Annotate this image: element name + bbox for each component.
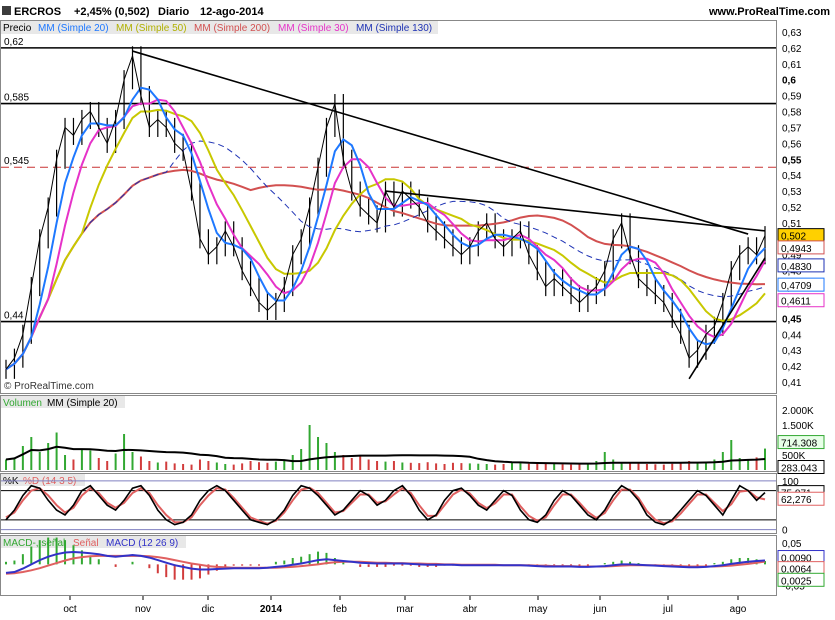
x-tick-label: mar	[396, 604, 414, 615]
period: Diario	[158, 6, 189, 18]
price-tick-label: 0,44	[782, 330, 802, 341]
x-tick-label: may	[529, 604, 548, 615]
chart-canvas: ERCROS +2,45% (0,502) Diario 12-ago-2014…	[0, 0, 835, 620]
level-label: 0,62	[4, 37, 24, 48]
last-sma130: 0,4830	[781, 262, 812, 273]
price-tick-label: 0,43	[782, 346, 802, 357]
price-tick-label: 0,6	[782, 76, 796, 87]
background	[0, 0, 835, 620]
macd-legend: MACD-, señal Señal MACD (12 26 9)	[1, 536, 186, 549]
price-tick-label: 0,63	[782, 28, 802, 39]
price-tick-label: 0,54	[782, 171, 802, 182]
legend-sma200: MM (Simple 200)	[194, 23, 270, 34]
site: www.ProRealTime.com	[708, 6, 830, 18]
volume-legend: Volumen MM (Simple 20)	[1, 396, 125, 409]
last-sma200: 0,4943	[781, 244, 812, 255]
ticker: ERCROS	[14, 6, 61, 18]
level-label: 0,585	[4, 93, 29, 104]
legend-macd: MACD (12 26 9)	[106, 538, 178, 549]
macd-tick-label: 0,05	[782, 539, 802, 550]
last-sma30: 0,4611	[781, 297, 811, 308]
price-tick-label: 0,57	[782, 123, 802, 134]
price-tick-label: 0,58	[782, 108, 802, 119]
x-tick-label: jul	[662, 604, 673, 615]
x-tick-label: nov	[135, 604, 151, 615]
price-tick-label: 0,62	[782, 44, 802, 55]
watermark: © ProRealTime.com	[4, 381, 94, 392]
volume-tick-label: 1.500K	[782, 421, 814, 432]
legend-sma50: MM (Simple 50)	[116, 23, 187, 34]
x-tick-label: jun	[592, 604, 606, 615]
date: 12-ago-2014	[200, 6, 264, 18]
legend-price: Precio	[3, 23, 32, 34]
legend-sma30: MM (Simple 30)	[278, 23, 349, 34]
price-tick-label: 0,55	[782, 155, 802, 166]
price-tick-label: 0,52	[782, 203, 802, 214]
change: +2,45% (0,502)	[74, 6, 150, 18]
last-hist: 0,0025	[781, 576, 812, 587]
stochastic-tick-label: 0	[782, 526, 788, 537]
price-tick-label: 0,45	[782, 314, 802, 325]
legend-signal: Señal	[73, 538, 99, 549]
legend-volume-sma: MM (Simple 20)	[47, 398, 118, 409]
x-tick-label: ago	[730, 604, 747, 615]
price-tick-label: 0,41	[782, 378, 802, 389]
last-volume-sma: 283.043	[781, 464, 818, 475]
x-tick-label: 2014	[260, 604, 283, 615]
last-sma20: 0,4709	[781, 281, 812, 292]
volume-tick-label: 2.000K	[782, 406, 814, 417]
x-tick-label: abr	[463, 604, 478, 615]
price-tick-label: 0,61	[782, 60, 802, 71]
price-tick-label: 0,59	[782, 92, 802, 103]
last-d: 62,276	[781, 495, 812, 506]
price-tick-label: 0,53	[782, 187, 802, 198]
legend-sma130: MM (Simple 130)	[356, 23, 432, 34]
level-label: 0,44	[4, 311, 24, 322]
price-tick-label: 0,56	[782, 139, 802, 150]
legend-sma20: MM (Simple 20)	[38, 23, 109, 34]
legend-k: %K	[3, 476, 19, 487]
x-tick-label: dic	[202, 604, 215, 615]
last-volume: 714.308	[781, 439, 818, 450]
x-tick-label: oct	[63, 604, 77, 615]
legend-volume: Volumen	[3, 398, 42, 409]
x-tick-label: feb	[333, 604, 347, 615]
level-label: 0,545	[4, 156, 29, 167]
price-legend: Precio MM (Simple 20) MM (Simple 50) MM …	[1, 21, 438, 34]
price-tick-label: 0,42	[782, 362, 802, 373]
chart-icon	[2, 6, 11, 15]
